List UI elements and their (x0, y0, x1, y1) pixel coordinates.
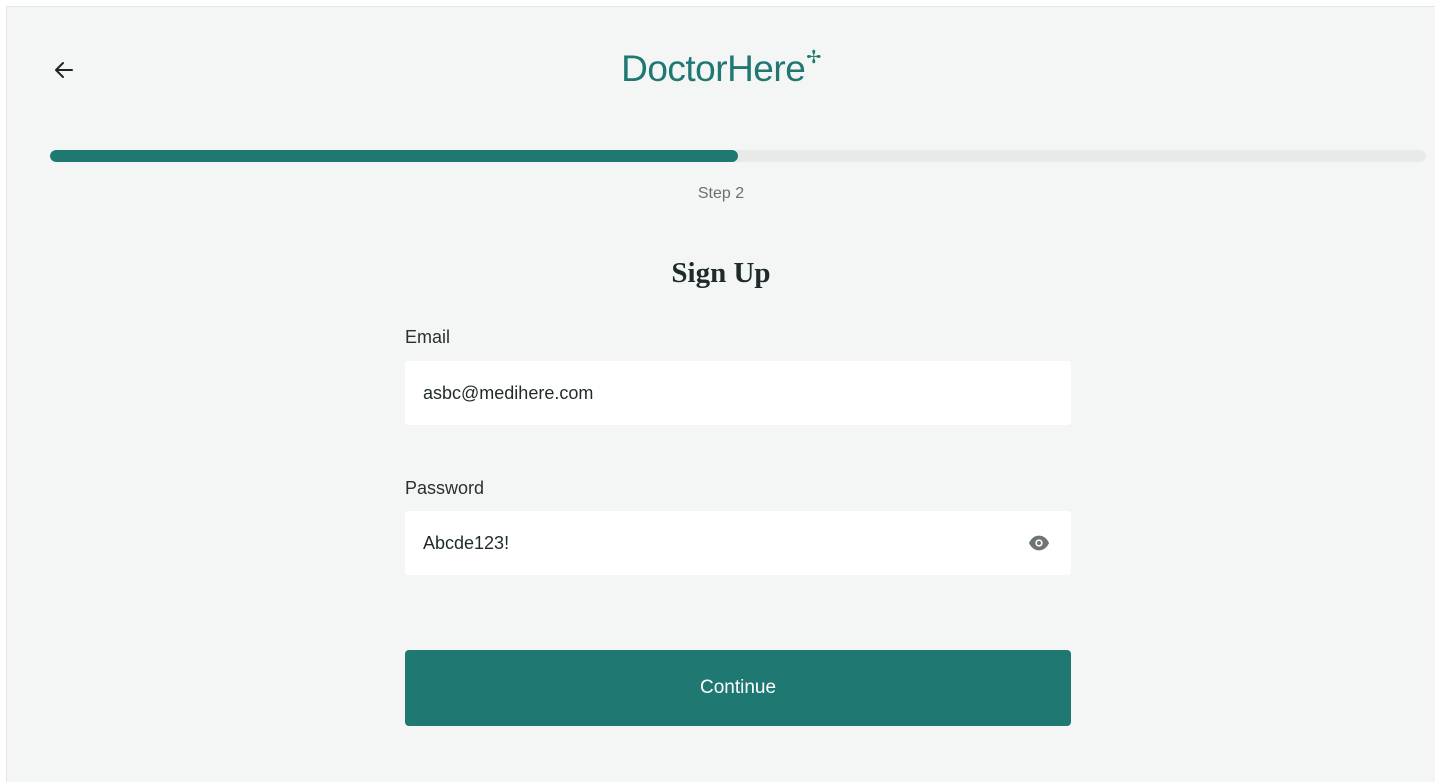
password-field-container (405, 511, 1071, 575)
password-label: Password (405, 478, 485, 498)
email-field-container (405, 361, 1071, 425)
logo-mark: ✢ (806, 47, 821, 67)
continue-button[interactable]: Continue (405, 650, 1071, 726)
eye-icon (1028, 535, 1050, 551)
brand-logo: DoctorHere✢ (7, 47, 1435, 90)
logo-text: DoctorHere (621, 48, 806, 89)
password-field[interactable] (405, 511, 1071, 575)
progress-bar-fill (50, 150, 738, 162)
signup-screen: DoctorHere✢ Step 2 Sign Up Email Passwor… (6, 6, 1435, 782)
email-field[interactable] (405, 361, 1071, 425)
step-label: Step 2 (697, 185, 745, 202)
progress-bar (50, 150, 1426, 162)
toggle-password-visibility-button[interactable] (1027, 531, 1051, 555)
page-title: Sign Up (671, 257, 771, 289)
email-label: Email (405, 327, 451, 347)
